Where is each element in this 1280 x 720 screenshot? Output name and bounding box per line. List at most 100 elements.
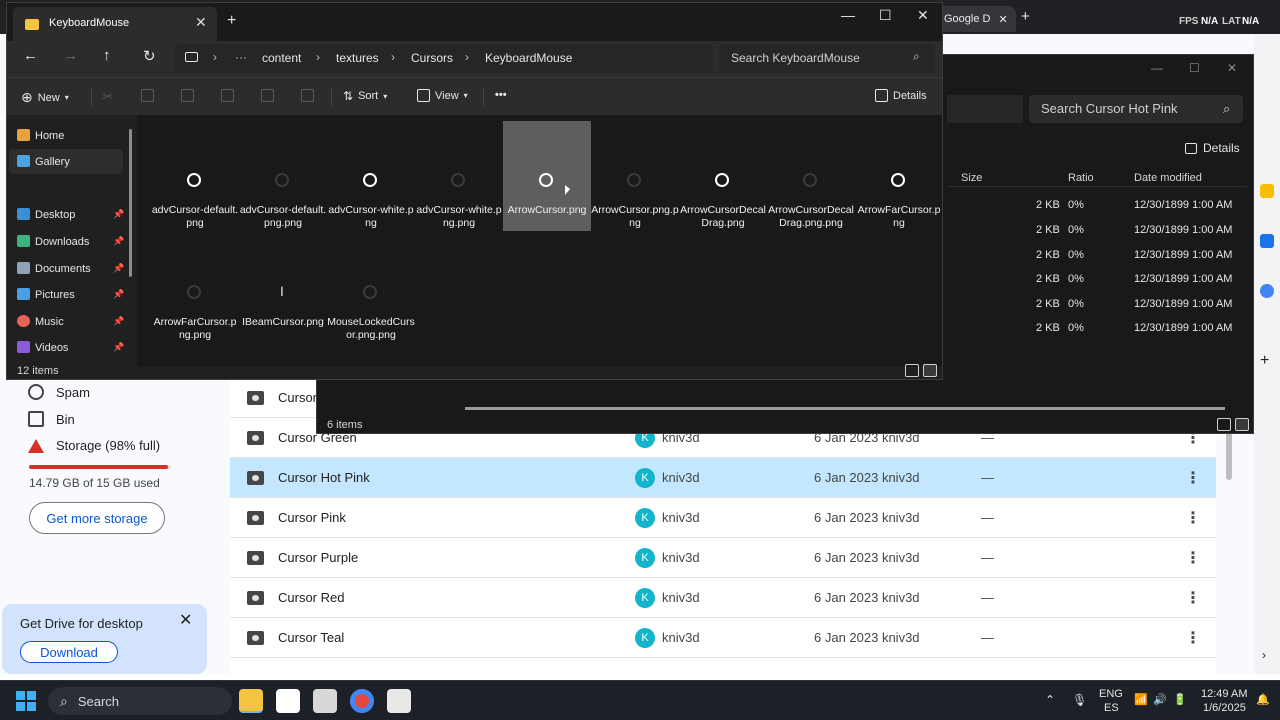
nav-storage[interactable]: Storage (98% full) [28,438,160,453]
close-icon[interactable]: ✕ [195,14,207,31]
maximize-icon[interactable]: ☐ [879,7,892,24]
pin-icon[interactable]: 📌 [113,342,124,353]
breadcrumb-item[interactable]: KeyboardMouse [485,51,572,65]
nav-item-downloads[interactable]: Downloads 📌 [9,229,124,254]
rename-button[interactable] [221,89,234,102]
file-item[interactable]: advCursor-default.png [151,121,239,231]
pin-icon[interactable]: 📌 [113,289,124,300]
pin-icon[interactable]: 📌 [113,209,124,220]
horizontal-scrollbar[interactable] [465,407,1225,410]
breadcrumb-item[interactable]: content [262,51,301,65]
file-item-selected[interactable]: ArrowCursor.png [503,121,591,231]
more-vert-icon[interactable]: ⋮ [1185,548,1201,568]
table-row[interactable]: Cursor Red K kniv3d 6 Jan 2023 kniv3d — … [230,578,1216,618]
new-tab-icon[interactable]: + [227,12,236,30]
contacts-icon[interactable] [1260,284,1274,298]
download-button[interactable]: Download [20,641,118,663]
microphone-icon[interactable]: 🎙 [1072,693,1087,707]
more-vert-icon[interactable]: ⋮ [1185,628,1201,648]
more-vert-icon[interactable]: ⋮ [1185,508,1201,528]
nav-item-videos[interactable]: Videos 📌 [9,335,124,360]
cut-button[interactable]: ✂ [102,89,113,105]
chevron-up-icon[interactable]: ⌃ [1045,693,1055,707]
pin-icon[interactable]: 📌 [113,236,124,247]
explorer-tab[interactable]: KeyboardMouse ✕ [13,7,217,41]
close-icon[interactable]: ✕ [179,610,192,630]
nav-item-gallery[interactable]: Gallery [9,149,123,174]
list-item[interactable]: 2 KB 0% 12/30/1899 1:00 AM [957,322,1247,346]
details-view-icon[interactable] [905,364,919,377]
roblox-app-icon[interactable] [387,689,411,713]
refresh-icon[interactable]: ↻ [143,47,156,65]
tasks-icon[interactable] [1260,234,1274,248]
minimize-icon[interactable]: — [841,7,855,23]
notification-icon[interactable]: 🔔 [1256,693,1270,706]
volume-icon[interactable]: 🔊 [1153,693,1167,706]
copy-button[interactable] [141,89,154,102]
file-explorer-app-icon[interactable] [239,689,263,713]
column-ratio[interactable]: Ratio [1068,172,1094,184]
details-button[interactable]: Details [875,89,927,102]
clock-time[interactable]: 12:49 AM [1201,688,1247,700]
list-item[interactable]: 2 KB 0% 12/30/1899 1:00 AM [957,249,1247,273]
table-row[interactable]: Cursor Pink K kniv3d 6 Jan 2023 kniv3d —… [230,498,1216,538]
chevron-right-icon[interactable]: › [1262,648,1266,662]
breadcrumb-item[interactable]: Cursors [411,51,453,65]
search-input[interactable]: Search Cursor Hot Pink ⌕ [1029,95,1243,123]
tiles-view-icon[interactable] [1235,418,1249,431]
list-item[interactable]: 2 KB 0% 12/30/1899 1:00 AM [957,199,1247,223]
nav-item-pictures[interactable]: Pictures 📌 [9,282,124,307]
details-view-icon[interactable] [1217,418,1231,431]
tiles-view-icon[interactable] [923,364,937,377]
nav-bin[interactable]: Bin [28,411,75,427]
file-item[interactable]: advCursor-default.png.png [239,121,327,231]
pin-icon[interactable]: 📌 [113,263,124,274]
table-row[interactable]: Cursor Teal K kniv3d 6 Jan 2023 kniv3d —… [230,618,1216,658]
column-size[interactable]: Size [961,172,982,184]
file-item[interactable]: ArrowCursor.png.png [591,121,679,231]
taskbar-search[interactable]: ⌕ Search [48,687,232,715]
add-icon[interactable]: + [1260,352,1269,370]
file-item[interactable]: ArrowCursorDecalDrag.png [679,121,767,231]
browser-tab[interactable]: Google D ✕ [936,6,1016,32]
table-row[interactable]: Cursor Hot Pink K kniv3d 6 Jan 2023 kniv… [230,458,1216,498]
chrome-app-icon[interactable] [350,689,374,713]
file-item[interactable]: advCursor-white.png [327,121,415,231]
more-vert-icon[interactable]: ⋮ [1185,588,1201,608]
list-item[interactable]: 2 KB 0% 12/30/1899 1:00 AM [957,298,1247,322]
list-item[interactable]: 2 KB 0% 12/30/1899 1:00 AM [957,224,1247,248]
up-arrow-icon[interactable]: ↑ [103,47,111,64]
nav-spam[interactable]: Spam [28,384,90,400]
file-item[interactable]: advCursor-white.png.png [415,121,503,231]
maximize-icon[interactable]: ☐ [1189,61,1200,75]
sort-button[interactable]: ⇅ Sort ▾ [343,89,387,103]
new-button[interactable]: ⊕ New ▾ [21,89,69,106]
battery-icon[interactable]: 🔋 [1173,693,1187,706]
roblox-studio-app-icon[interactable] [313,689,337,713]
nav-item-documents[interactable]: Documents 📌 [9,256,124,281]
file-item[interactable]: ArrowCursorDecalDrag.png.png [767,121,855,231]
scrollbar[interactable] [129,129,132,277]
snipping-tool-app-icon[interactable] [276,689,300,713]
file-item[interactable]: MouseLockedCursor.png.png [327,233,415,343]
close-icon[interactable]: ✕ [1227,61,1237,75]
search-input[interactable]: Search KeyboardMouse ⌕ [719,44,935,72]
language-label[interactable]: ENG [1099,688,1123,700]
view-button[interactable]: View ▾ [417,89,468,102]
back-arrow-icon[interactable]: ← [23,47,38,64]
details-button[interactable]: Details [1185,141,1240,155]
paste-button[interactable] [181,89,194,102]
more-vert-icon[interactable]: ⋮ [1185,468,1201,488]
see-more-button[interactable]: ••• [495,89,507,101]
breadcrumb-item[interactable]: textures [336,51,379,65]
get-more-storage-button[interactable]: Get more storage [29,502,165,534]
keep-icon[interactable] [1260,184,1274,198]
file-item[interactable]: I IBeamCursor.png [239,233,327,343]
wifi-icon[interactable]: 📶 [1134,693,1148,706]
table-row[interactable]: Cursor Purple K kniv3d 6 Jan 2023 kniv3d… [230,538,1216,578]
nav-item-desktop[interactable]: Desktop 📌 [9,202,124,227]
close-icon[interactable]: ✕ [998,13,1007,26]
share-button[interactable] [261,89,274,102]
file-item[interactable]: ArrowFarCursor.png [855,121,943,231]
close-icon[interactable]: ✕ [917,7,929,24]
